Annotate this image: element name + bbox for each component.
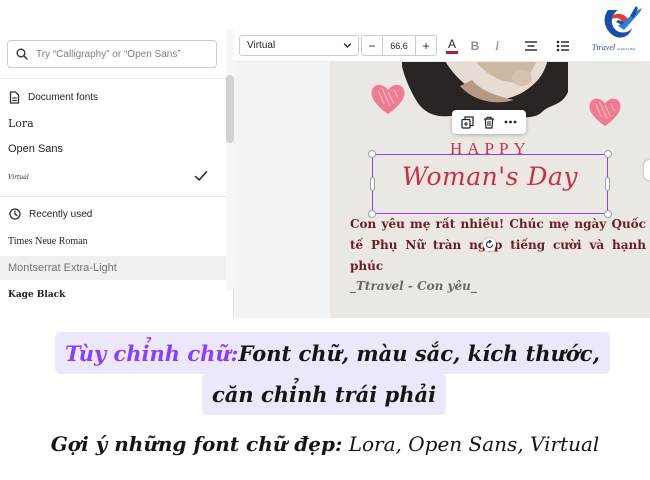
font-item-label: Lora <box>8 116 34 130</box>
font-item-label: Open Sans <box>8 143 64 155</box>
font-suggestion: Gợi ý những font chữ đẹp: Lora, Open San… <box>0 432 650 456</box>
font-family-dropdown[interactable]: Virtual <box>239 35 359 56</box>
rotate-handle[interactable] <box>483 238 496 251</box>
more-options-icon[interactable] <box>504 120 517 124</box>
font-item-open-sans[interactable]: Open Sans <box>0 137 226 161</box>
scrollbar-thumb[interactable] <box>226 75 234 143</box>
bold-icon: B <box>470 39 480 53</box>
logo-tagline: an Pinche Hub <box>617 47 636 51</box>
resize-handle[interactable] <box>368 150 376 158</box>
font-item-label: Times Neue Roman <box>8 235 88 247</box>
font-item-label: Virtual <box>8 173 29 181</box>
document-fonts-header: Document fonts <box>9 91 98 104</box>
font-item-lora[interactable]: Lora <box>0 111 226 135</box>
logo-name: Ttravel <box>592 43 616 52</box>
rotate-icon <box>485 240 494 249</box>
resize-handle[interactable] <box>605 177 610 191</box>
chevron-down-icon <box>343 43 352 48</box>
logo-text: Ttravel an Pinche Hub <box>592 43 648 52</box>
divider <box>0 196 226 197</box>
document-icon <box>9 91 20 104</box>
font-panel: Document fonts Lora Open Sans Virtual Re… <box>0 30 234 318</box>
caption-rest: Font chữ, màu sắc, kích thước, <box>238 340 600 366</box>
font-size-stepper: − 66.6 + <box>361 35 437 56</box>
ttravel-logo: Ttravel an Pinche Hub <box>592 2 648 54</box>
check-icon <box>194 171 208 181</box>
font-item-kage-black[interactable]: Kage Black <box>0 283 226 307</box>
text-color-icon: A <box>447 37 456 51</box>
airplane-logo-icon <box>604 6 642 38</box>
page-side-handle[interactable] <box>644 160 650 180</box>
italic-button[interactable]: I <box>488 37 506 55</box>
bulleted-list-icon <box>556 40 569 52</box>
scrollbar-track[interactable] <box>226 30 234 290</box>
clock-icon <box>9 208 21 220</box>
design-card[interactable]: HAPPY Woman's Day Con yêu mẹ rất nhiều! … <box>330 62 650 318</box>
recently-used-header: Recently used <box>9 208 92 220</box>
suggestion-fonts: Lora, Open Sans, Virtual <box>342 432 600 456</box>
font-search-box[interactable] <box>7 40 217 68</box>
text-selection-box[interactable] <box>368 150 612 218</box>
signature-text[interactable]: _Ttravel - Con yêu_ <box>350 279 477 293</box>
recently-used-title: Recently used <box>29 208 93 220</box>
caption-line-2: căn chỉnh trái phải <box>202 373 447 415</box>
heart-decoration[interactable] <box>588 96 622 128</box>
decrease-size-button[interactable]: − <box>362 36 382 55</box>
increase-size-button[interactable]: + <box>416 36 436 55</box>
greeting-message[interactable]: Con yêu mẹ rất nhiều! Chúc mẹ ngày Quốc … <box>350 214 646 277</box>
trash-icon[interactable] <box>483 116 495 129</box>
font-item-montserrat-extra-light[interactable]: Montserrat Extra-Light <box>0 256 226 280</box>
duplicate-icon[interactable] <box>461 115 474 129</box>
suggestion-label: Gợi ý những font chữ đẹp: <box>50 432 343 456</box>
text-color-swatch <box>446 51 458 54</box>
caption-line-1: Tùy chỉnh chữ: Font chữ, màu sắc, kích t… <box>55 332 610 374</box>
italic-icon: I <box>494 38 500 53</box>
list-button[interactable] <box>554 37 572 55</box>
align-center-button[interactable] <box>522 37 540 55</box>
document-fonts-title: Document fonts <box>28 92 99 103</box>
caption-line-2-text: căn chỉnh trái phải <box>212 381 437 407</box>
bold-button[interactable]: B <box>466 37 484 55</box>
caption-highlight: Tùy chỉnh chữ: <box>65 340 239 366</box>
font-item-label: Kage Black <box>8 290 66 300</box>
divider <box>0 78 226 79</box>
font-search-input[interactable] <box>36 48 206 60</box>
search-icon <box>16 48 28 60</box>
heart-decoration[interactable] <box>370 82 406 116</box>
element-context-toolbar <box>452 110 526 134</box>
font-size-value[interactable]: 66.6 <box>382 36 416 55</box>
font-item-times-neue-roman[interactable]: Times Neue Roman <box>0 229 226 253</box>
font-family-value: Virtual <box>247 40 276 51</box>
font-item-label: Montserrat Extra-Light <box>8 262 117 274</box>
font-item-virtual[interactable]: Virtual <box>0 165 226 189</box>
resize-handle[interactable] <box>370 177 375 191</box>
text-toolbar: Virtual − 66.6 + A B I <box>234 30 650 62</box>
text-color-button[interactable]: A <box>443 37 461 55</box>
align-center-icon <box>525 41 537 51</box>
resize-handle[interactable] <box>604 150 612 158</box>
